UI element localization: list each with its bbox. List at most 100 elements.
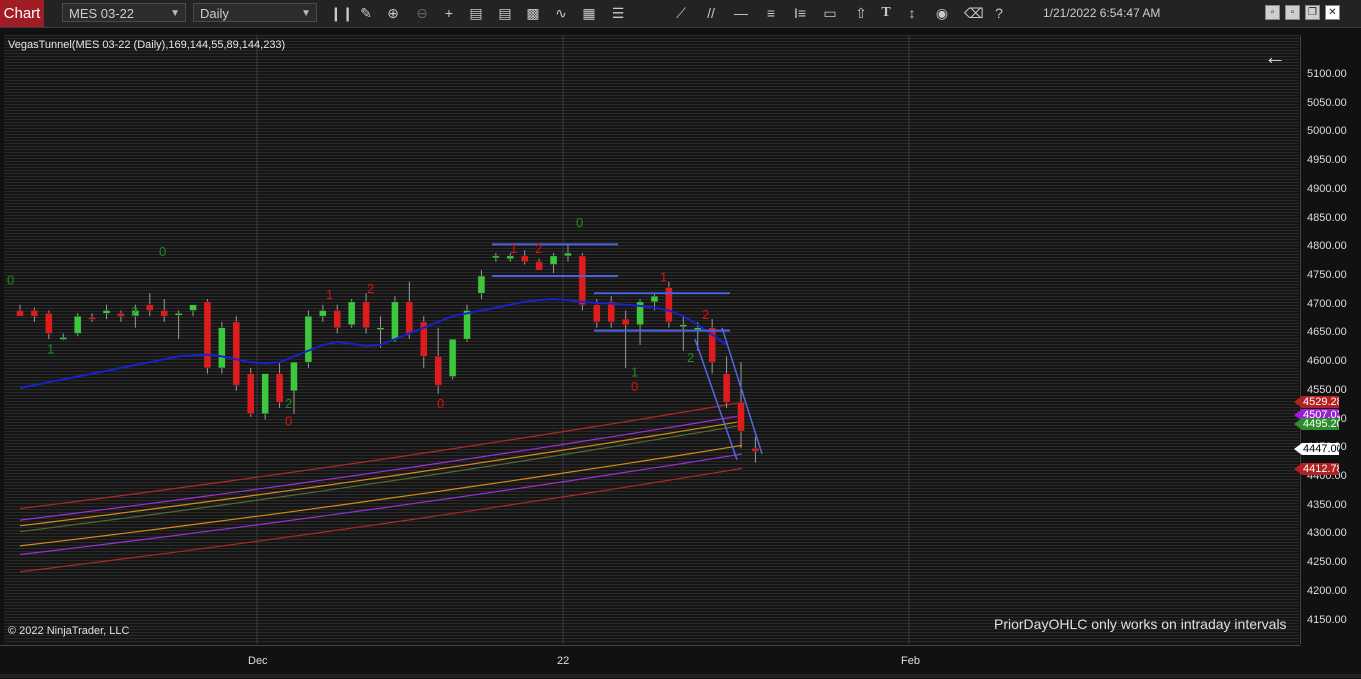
- trash-icon[interactable]: ⌫: [964, 4, 984, 22]
- candle-body: [506, 255, 515, 260]
- y-tick-label: 4650.00: [1307, 326, 1347, 339]
- x-label-22: 22: [557, 655, 570, 667]
- text-icon[interactable]: T: [877, 4, 895, 22]
- horizontal-line-icon[interactable]: —: [732, 4, 750, 22]
- tunnel-band: [19, 453, 743, 556]
- candle-body: [146, 304, 154, 311]
- candle-body: [693, 327, 702, 330]
- tunnel-band: [19, 424, 743, 533]
- eye-icon[interactable]: ◉: [933, 4, 951, 22]
- candle-body: [593, 304, 601, 323]
- price-badge: 4529.28: [1294, 396, 1339, 408]
- marker-icon[interactable]: ↕: [903, 4, 921, 22]
- candle-body: [535, 261, 543, 271]
- y-tick-label: 4850.00: [1307, 211, 1347, 224]
- zoom-out-icon[interactable]: ⊖: [413, 4, 431, 22]
- counter-label: 0: [7, 273, 14, 288]
- prior-day-message: PriorDayOHLC only works on intraday inte…: [994, 616, 1287, 632]
- candle-body: [290, 361, 298, 392]
- instrument-selector[interactable]: MES 03-22 ▼: [62, 3, 186, 22]
- y-tick-label: 5100.00: [1307, 68, 1347, 80]
- y-tick-label: 4950.00: [1307, 154, 1347, 167]
- y-tick-label: 5000.00: [1307, 125, 1347, 138]
- candle-body: [319, 310, 327, 317]
- x-label-feb: Feb: [901, 655, 920, 667]
- moving-average-line: [19, 297, 728, 389]
- candle-body: [520, 255, 529, 262]
- counter-label: 2: [702, 307, 709, 322]
- y-tick-label: 4550.00: [1307, 383, 1347, 396]
- counter-label: 1: [660, 270, 667, 285]
- tunnel-band: [19, 420, 743, 527]
- arrow-up-icon[interactable]: ⇧: [852, 4, 870, 22]
- ruler-icon[interactable]: ▭: [821, 4, 839, 22]
- instrument-value: MES 03-22: [69, 6, 135, 21]
- candle-body: [117, 313, 125, 317]
- y-tick-label: 4250.00: [1307, 556, 1347, 569]
- candle-body: [737, 402, 745, 432]
- close-icon[interactable]: ✕: [1325, 5, 1340, 20]
- y-tick-label: 4200.00: [1307, 584, 1347, 597]
- candle-body: [564, 252, 572, 257]
- candle-body: [434, 356, 442, 386]
- candle-body: [621, 318, 630, 326]
- counter-label: 2: [535, 241, 542, 256]
- counter-label: 1: [510, 241, 517, 256]
- tunnel-band: [19, 401, 743, 510]
- indicator-icon[interactable]: ∿: [552, 4, 570, 22]
- template-icon[interactable]: ▤: [496, 4, 514, 22]
- price-chart-plot[interactable]: 00121220012011022: [4, 35, 1299, 644]
- candle-body: [203, 301, 212, 369]
- help-icon[interactable]: ?: [990, 4, 1008, 22]
- candle-body: [650, 295, 659, 303]
- zoom-in-icon[interactable]: ⊕: [384, 4, 402, 22]
- restore-icon[interactable]: ▫: [1285, 5, 1300, 20]
- crosshair-icon[interactable]: +: [440, 4, 458, 22]
- timestamp: 1/21/2022 6:54:47 AM: [1043, 6, 1161, 20]
- interval-selector[interactable]: Daily ▼: [193, 3, 317, 22]
- vertical-range-icon[interactable]: I≡: [791, 4, 809, 22]
- bar-type-icon[interactable]: ❙❙: [330, 4, 353, 22]
- y-tick-label: 4700.00: [1307, 297, 1347, 310]
- y-tick-label: 4300.00: [1307, 527, 1347, 540]
- counter-label: 0: [631, 379, 638, 394]
- candle-body: [102, 310, 111, 314]
- list-icon[interactable]: ☰: [609, 4, 627, 22]
- counter-label: 0: [285, 413, 292, 428]
- parallel-lines-icon[interactable]: //: [702, 4, 720, 22]
- counter-label: 0: [159, 244, 166, 259]
- maximize-icon[interactable]: ❐: [1305, 5, 1320, 20]
- y-tick-label: 4800.00: [1307, 240, 1347, 253]
- candle-body: [160, 310, 168, 317]
- indicator-label: VegasTunnel(MES 03-22 (Daily),169,144,55…: [8, 39, 286, 51]
- minimize-icon[interactable]: ▫: [1265, 5, 1280, 20]
- data-box-icon[interactable]: ▤: [467, 4, 485, 22]
- candle-body: [16, 310, 24, 317]
- counter-label: 0: [437, 396, 444, 411]
- y-tick-label: 4900.00: [1307, 182, 1347, 195]
- price-badge: 4447.00: [1294, 443, 1339, 455]
- candle-body: [448, 338, 457, 377]
- candle-body: [362, 301, 370, 328]
- candle-body: [607, 301, 615, 323]
- properties-icon[interactable]: ▦: [580, 4, 598, 22]
- tunnel-band: [19, 444, 743, 547]
- line-icon[interactable]: ⟋: [672, 4, 690, 22]
- horizontal-lines-icon[interactable]: ≡: [762, 4, 780, 22]
- y-tick-label: 5050.00: [1307, 96, 1347, 109]
- pencil-icon[interactable]: ✎: [357, 4, 375, 22]
- strategy-icon[interactable]: ▩: [524, 4, 542, 22]
- tunnel-band: [19, 415, 743, 521]
- back-arrow-icon[interactable]: ←: [1264, 44, 1286, 70]
- chart-tab[interactable]: Chart: [0, 0, 44, 27]
- counter-label: 2: [131, 304, 138, 319]
- counter-label: 1: [631, 365, 638, 380]
- candle-body: [304, 315, 313, 363]
- candle-body: [88, 317, 96, 320]
- candle-body: [174, 313, 183, 316]
- candle-body: [261, 373, 269, 415]
- interval-value: Daily: [200, 6, 229, 21]
- candle-body: [59, 337, 68, 340]
- counter-label: 1: [326, 287, 333, 302]
- price-chart-svg: 00121 22001 2011022: [7, 35, 910, 644]
